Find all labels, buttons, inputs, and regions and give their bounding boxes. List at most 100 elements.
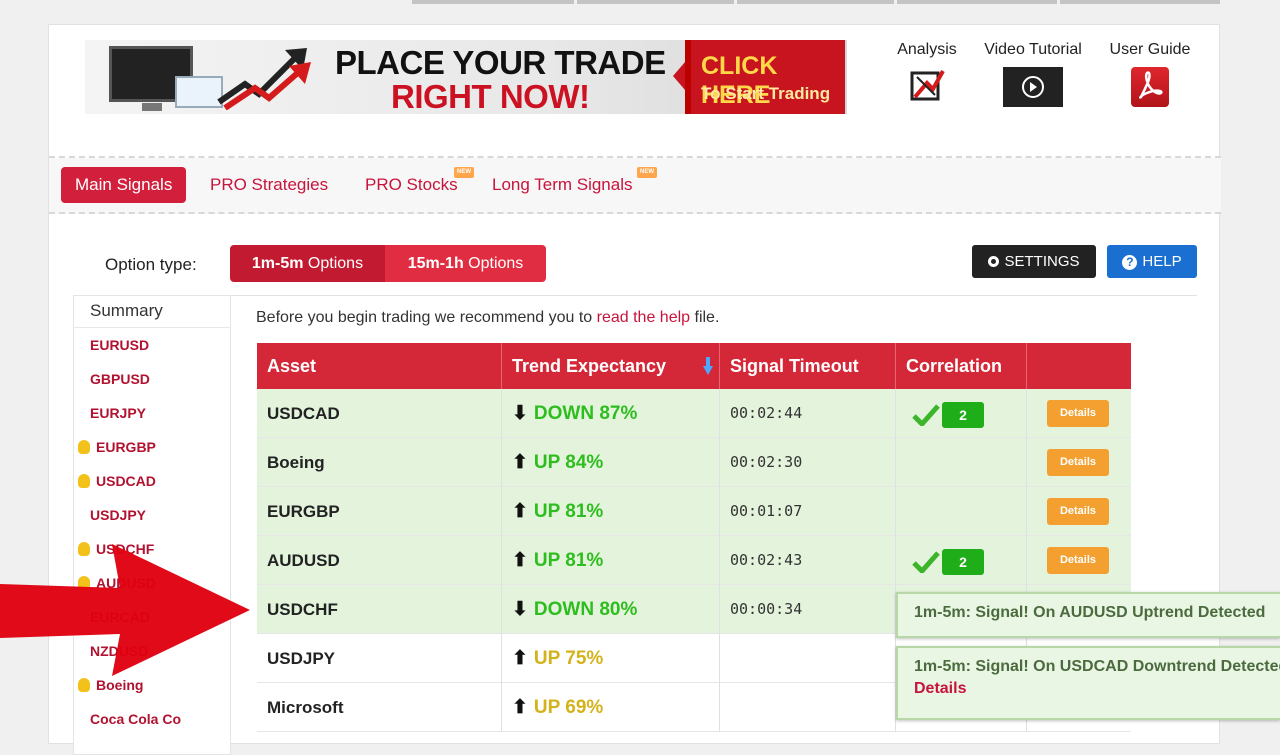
details-button[interactable]: Details: [1047, 449, 1109, 476]
option-15m-1h-suffix: Options: [463, 255, 524, 272]
sidebar-item[interactable]: Coca Cola Co: [74, 702, 230, 736]
banner-subheadline: RIGHT NOW!: [391, 78, 590, 114]
intro-text: Before you begin trading we recommend yo…: [256, 309, 719, 327]
sidebar-item-label: EURGBP: [96, 439, 156, 455]
arrow-up-icon: ⬆: [512, 452, 528, 473]
sidebar-item[interactable]: EURGBP: [74, 430, 230, 464]
option-1m-5m-button[interactable]: 1m-5m Options: [230, 245, 385, 282]
trend-cell: ⬆ UP 69%: [502, 683, 720, 732]
trend-cell: ⬆ UP 84%: [502, 438, 720, 487]
details-button[interactable]: Details: [1047, 400, 1109, 427]
notification-text: 1m-5m: Signal! On USDCAD Downtrend Detec…: [914, 658, 1280, 675]
timeout-cell: 00:01:07: [720, 487, 896, 536]
correlation-cell: 2: [896, 536, 1027, 585]
header-trend-expectancy[interactable]: Trend Expectancy: [502, 343, 720, 389]
correlation-badge[interactable]: 2: [942, 548, 984, 575]
intro-after: file.: [690, 309, 720, 326]
sort-down-icon: [703, 357, 713, 375]
details-cell: Details: [1027, 536, 1131, 585]
start-trading-button[interactable]: CLICK HERE To Start Trading: [673, 40, 845, 114]
asset-cell: USDCAD: [257, 389, 502, 438]
signal-notification[interactable]: 1m-5m: Signal! On AUDUSD Uptrend Detecte…: [896, 592, 1280, 638]
correlation-cell: 2: [896, 389, 1027, 438]
asset-sidebar: Summary EURUSD GBPUSD EURJPY EURGBP USDCAD US…: [73, 295, 231, 755]
content-divider: [229, 295, 1197, 296]
arrow-up-icon: ⬆: [512, 550, 528, 571]
sidebar-item[interactable]: USDJPY: [74, 498, 230, 532]
asset-cell: Boeing: [257, 438, 502, 487]
trend-cell: ⬇ DOWN 87%: [502, 389, 720, 438]
trend-value: UP 81%: [533, 550, 604, 571]
sidebar-item[interactable]: EURUSD: [74, 328, 230, 362]
analysis-icon: [909, 67, 945, 103]
header-asset[interactable]: Asset: [257, 343, 502, 389]
trade-banner[interactable]: PLACE YOUR TRADE RIGHT NOW! CLICK HERE T…: [85, 40, 847, 114]
question-icon: ?: [1122, 255, 1138, 270]
settings-button[interactable]: SETTINGS: [972, 245, 1096, 278]
details-button[interactable]: Details: [1047, 498, 1109, 525]
new-badge: NEW: [637, 167, 657, 178]
tab-main-signals[interactable]: Main Signals: [61, 167, 187, 203]
option-15m-1h-button[interactable]: 15m-1h Options: [385, 245, 546, 282]
tab-long-term-signals[interactable]: Long Term Signals: [478, 167, 647, 203]
correlation-badge[interactable]: 2: [942, 401, 984, 428]
notification-details-link[interactable]: Details: [914, 680, 1280, 698]
correlation-cell: [896, 487, 1027, 536]
table-header: Asset Trend Expectancy Signal Timeout Co…: [257, 343, 1131, 389]
pdf-icon: [1131, 67, 1169, 107]
option-1m-5m-suffix: Options: [303, 255, 364, 272]
sidebar-item[interactable]: USDCAD: [74, 464, 230, 498]
trend-cell: ⬆ UP 81%: [502, 536, 720, 585]
correlation-cell: [896, 438, 1027, 487]
help-button[interactable]: ? HELP: [1107, 245, 1197, 278]
trend-value: UP 84%: [533, 452, 604, 473]
option-15m-1h-range: 15m-1h: [407, 255, 464, 272]
trend-value: UP 81%: [533, 501, 604, 522]
tab-pro-strategies[interactable]: PRO Strategies: [196, 167, 342, 203]
timeout-cell: 00:02:30: [720, 438, 896, 487]
sidebar-item-label: Coca Cola Co: [90, 711, 182, 727]
asset-cell: Microsoft: [257, 683, 502, 732]
option-type-toggle: 1m-5m Options 15m-1h Options: [230, 245, 546, 282]
top-window-strip: [0, 0, 1280, 4]
timeout-cell: [720, 683, 896, 732]
divider-bottom: [49, 212, 1221, 214]
notification-text: 1m-5m: Signal! On AUDUSD Uptrend Detecte…: [914, 604, 1266, 621]
user-guide-link[interactable]: User Guide: [1103, 41, 1197, 107]
arrow-down-icon: ⬇: [512, 403, 528, 424]
cta-subtitle: To Start Trading: [701, 84, 831, 103]
option-type-label: Option type:: [105, 255, 197, 274]
arrow-up-icon: ⬆: [512, 501, 528, 522]
signal-notification[interactable]: 1m-5m: Signal! On USDCAD Downtrend Detec…: [896, 646, 1280, 720]
option-1m-5m-range: 1m-5m: [251, 255, 304, 272]
timeout-cell: 00:02:43: [720, 536, 896, 585]
table-row: EURGBP ⬆ UP 81% 00:01:07 Details: [257, 487, 1131, 536]
gear-icon: [988, 256, 1000, 267]
details-button[interactable]: Details: [1047, 547, 1109, 574]
header-correlation[interactable]: Correlation: [896, 343, 1027, 389]
analysis-link[interactable]: Analysis: [895, 41, 959, 103]
arrow-up-icon: ⬆: [512, 697, 528, 718]
user-guide-label: User Guide: [1109, 41, 1191, 58]
arrow-up-icon: ⬆: [512, 648, 528, 669]
header-signal-timeout[interactable]: Signal Timeout: [720, 343, 896, 389]
lightbulb-icon: [78, 678, 90, 692]
sidebar-item-label: GBPUSD: [90, 371, 150, 387]
sidebar-item-label: USDJPY: [90, 507, 147, 523]
timeout-cell: 00:02:44: [720, 389, 896, 438]
trend-value: UP 69%: [533, 697, 604, 718]
intro-before: Before you begin trading we recommend yo…: [256, 309, 597, 326]
sidebar-summary[interactable]: Summary: [74, 296, 230, 328]
trend-cell: ⬆ UP 75%: [502, 634, 720, 683]
trend-value: DOWN 87%: [533, 403, 638, 424]
details-cell: Details: [1027, 389, 1131, 438]
arrow-down-icon: ⬇: [512, 599, 528, 620]
trend-value: UP 75%: [533, 648, 604, 669]
trend-value: DOWN 80%: [533, 599, 638, 620]
read-help-link[interactable]: read the help: [597, 309, 690, 326]
sidebar-item[interactable]: GBPUSD: [74, 362, 230, 396]
table-row: Boeing ⬆ UP 84% 00:02:30 Details: [257, 438, 1131, 487]
trend-cell: ⬆ UP 81%: [502, 487, 720, 536]
sidebar-item[interactable]: EURJPY: [74, 396, 230, 430]
video-tutorial-link[interactable]: Video Tutorial: [977, 41, 1089, 107]
